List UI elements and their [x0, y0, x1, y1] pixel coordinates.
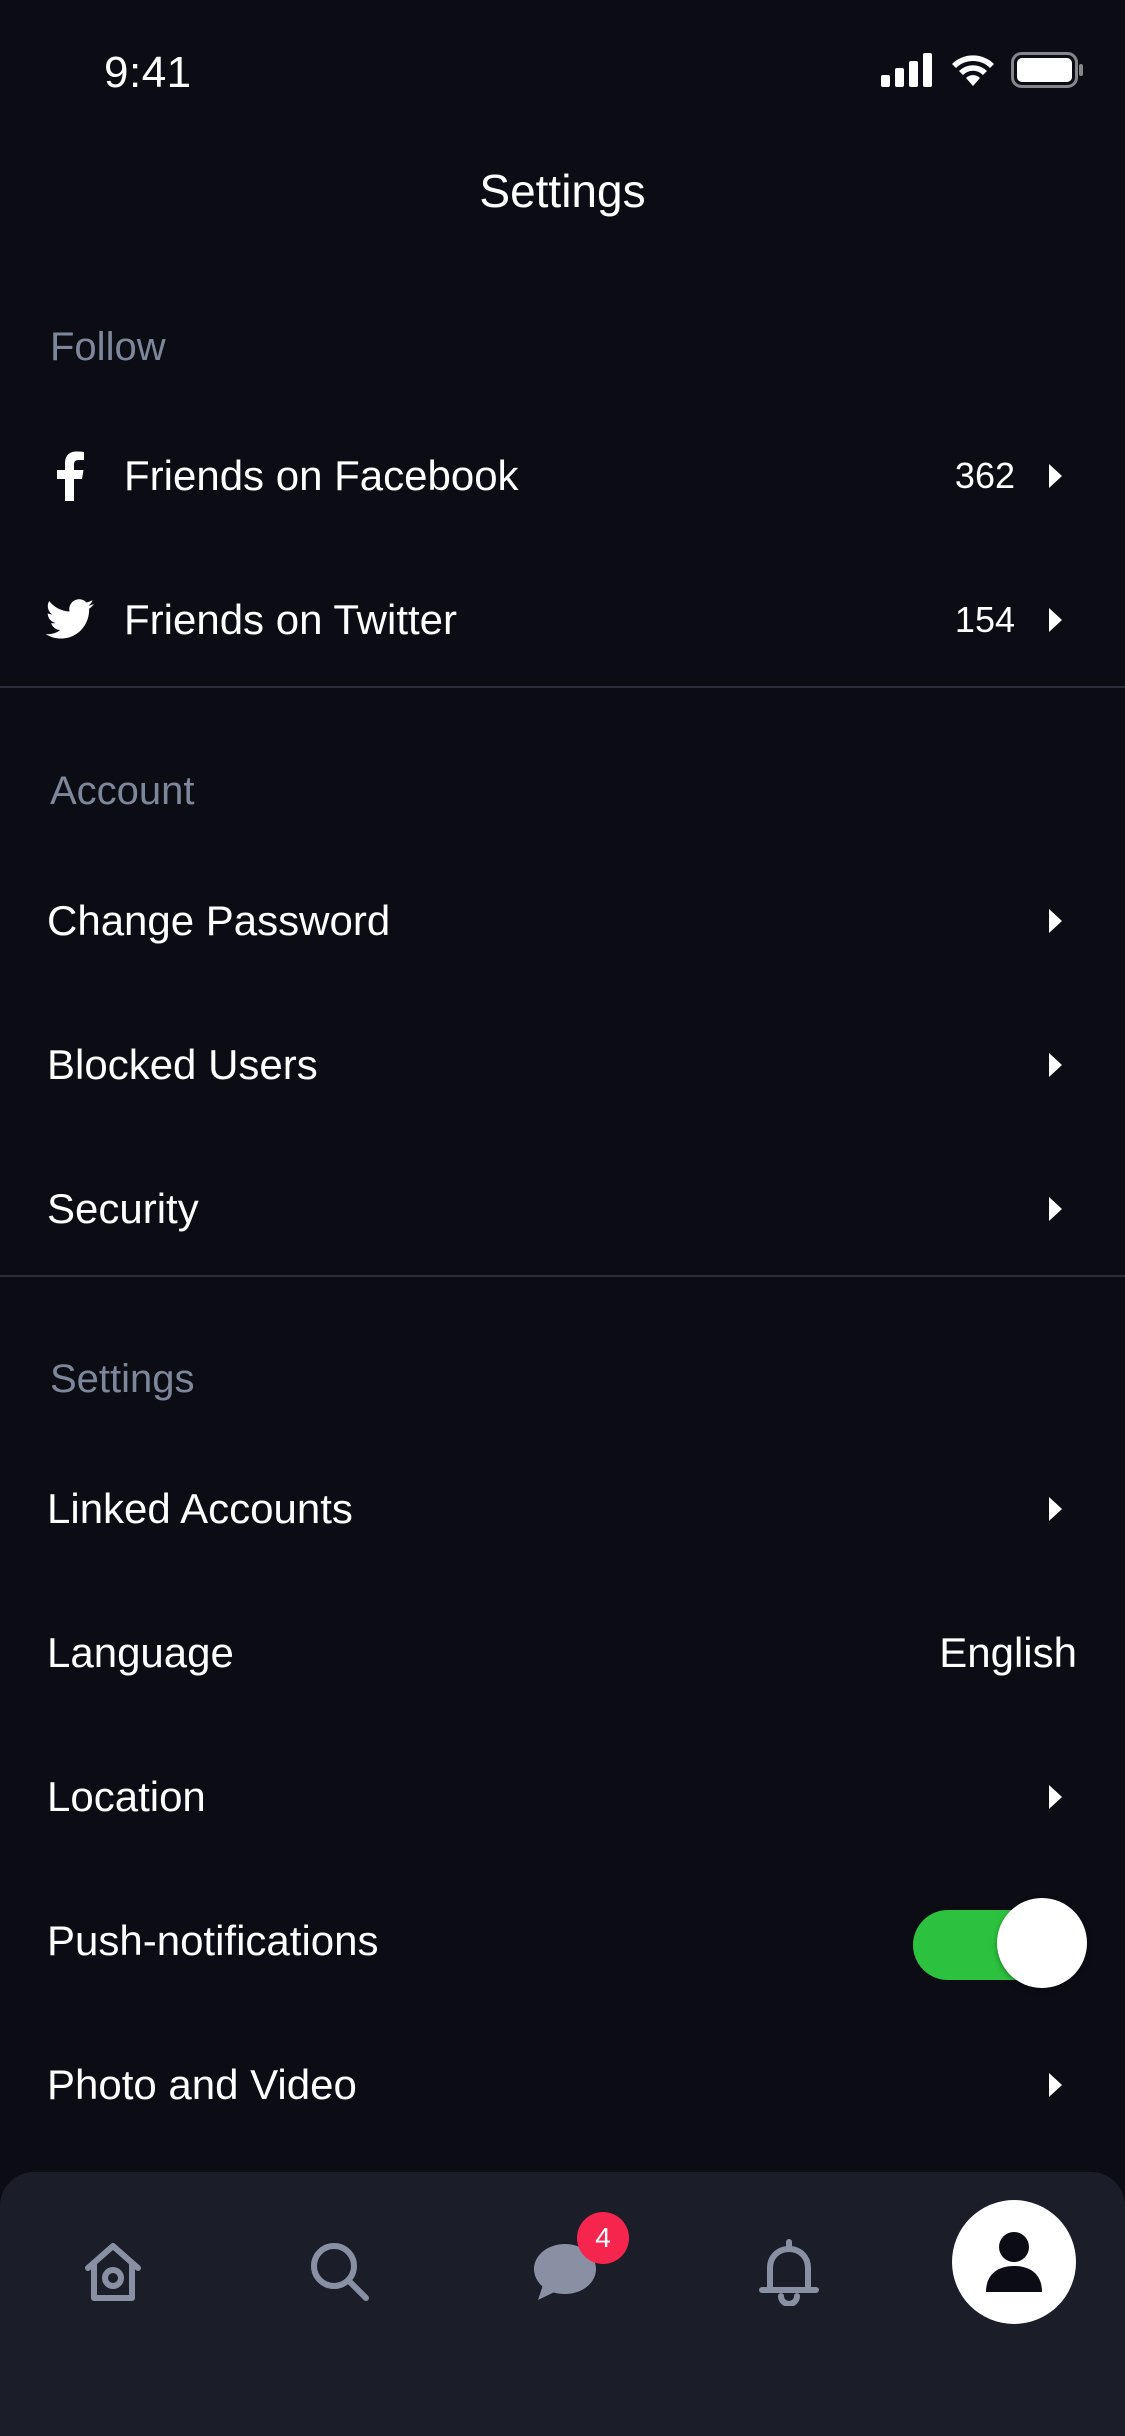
tab-home[interactable] [58, 2216, 168, 2326]
battery-icon [1011, 52, 1083, 88]
row-label: Push-notifications [47, 1917, 379, 1964]
row-location[interactable]: Location [0, 1725, 1125, 1869]
cellular-signal-icon [881, 53, 932, 87]
tab-bar: 4 [0, 2172, 1125, 2436]
home-icon [85, 2243, 141, 2301]
section-header-follow: Follow [50, 325, 166, 369]
row-label: Security [47, 1185, 199, 1232]
row-push-notifications: Push-notifications [0, 1869, 1125, 2013]
row-blocked-users[interactable]: Blocked Users [0, 993, 1125, 1137]
row-label: Friends on Twitter [124, 596, 458, 643]
chevron-right-icon [1043, 605, 1067, 635]
row-linked-accounts[interactable]: Linked Accounts [0, 1437, 1125, 1581]
chevron-right-icon [1043, 906, 1067, 936]
chevron-right-icon [1043, 1194, 1067, 1224]
language-value: English [939, 1629, 1077, 1676]
toggle-knob [997, 1898, 1087, 1988]
row-security[interactable]: Security [0, 1137, 1125, 1281]
section-header-account: Account [50, 769, 195, 813]
wifi-icon [952, 55, 994, 86]
section-header-settings: Settings [50, 1357, 195, 1401]
row-label: Linked Accounts [47, 1485, 353, 1532]
chevron-right-icon [1043, 2070, 1067, 2100]
message-badge: 4 [577, 2212, 629, 2264]
bell-icon [759, 2239, 819, 2306]
chevron-right-icon [1043, 1050, 1067, 1080]
row-language[interactable]: Language English [0, 1581, 1125, 1725]
chevron-right-icon [1043, 461, 1067, 491]
section-divider [0, 686, 1125, 688]
facebook-icon [44, 450, 96, 502]
row-label: Friends on Facebook [124, 452, 519, 499]
row-friends-facebook[interactable]: Friends on Facebook 362 [0, 404, 1125, 548]
status-bar: 9:41 [0, 0, 1125, 132]
chevron-right-icon [1043, 1782, 1067, 1812]
section-divider [0, 1275, 1125, 1277]
tab-messages[interactable]: 4 [510, 2212, 629, 2326]
twitter-icon [44, 594, 96, 646]
tab-search[interactable] [284, 2216, 394, 2326]
scroll-fade [0, 2120, 1125, 2180]
row-change-password[interactable]: Change Password [0, 849, 1125, 993]
row-count: 154 [954, 599, 1015, 640]
push-notifications-toggle[interactable] [913, 1898, 1087, 1988]
row-label: Change Password [47, 897, 391, 944]
search-icon [311, 2243, 369, 2301]
row-count: 362 [954, 455, 1015, 496]
row-label: Photo and Video [47, 2061, 357, 2108]
row-label: Language [47, 1629, 234, 1676]
profile-icon [986, 2232, 1042, 2292]
status-icons [881, 50, 1085, 90]
tab-profile[interactable] [952, 2200, 1076, 2324]
chevron-right-icon [1043, 1494, 1067, 1524]
page-title: Settings [479, 165, 646, 217]
row-friends-twitter[interactable]: Friends on Twitter 154 [0, 548, 1125, 692]
row-label: Blocked Users [47, 1041, 318, 1088]
row-label: Location [47, 1773, 206, 1820]
tab-notifications[interactable] [734, 2216, 844, 2326]
status-time: 9:41 [104, 48, 192, 97]
